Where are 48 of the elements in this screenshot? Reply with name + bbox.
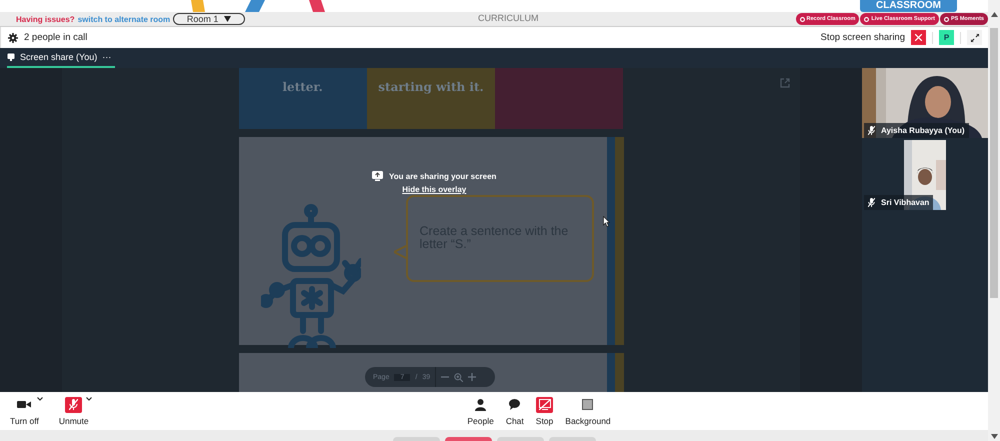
- caret-icon[interactable]: [36, 396, 43, 400]
- circle-icon: [864, 16, 870, 22]
- sharing-message: You are sharing your screen: [389, 172, 496, 180]
- participant-name-tag: Sri Vibhavan: [864, 195, 934, 210]
- background-icon: [582, 399, 594, 410]
- screen-share-icon: [372, 171, 383, 181]
- monitor-icon: [7, 53, 15, 61]
- more-menu[interactable]: ···: [102, 52, 112, 62]
- zoom-icon[interactable]: [454, 372, 464, 382]
- stop-sharing-button[interactable]: [911, 30, 926, 45]
- circle-icon: [944, 16, 949, 22]
- panel-text: letter.: [282, 80, 323, 96]
- room-select[interactable]: Room 1: [173, 13, 246, 25]
- dropdown-caret-icon: [224, 16, 232, 22]
- cursor-icon: [603, 216, 610, 227]
- camera-icon: [17, 400, 32, 409]
- issue-text: Having issues?: [16, 14, 75, 24]
- settings-icon[interactable]: [8, 32, 18, 42]
- toolbar-button[interactable]: People: [465, 396, 496, 426]
- participant-name-tag: Ayisha Rubayya (You): [864, 123, 969, 138]
- speech-tail-drawing: [394, 244, 408, 259]
- zoom-in-icon[interactable]: [468, 373, 476, 381]
- toolbar-button[interactable]: Chat: [504, 396, 526, 426]
- caret-icon[interactable]: [86, 396, 92, 400]
- expand-icon: [970, 34, 978, 42]
- tab[interactable]: [445, 437, 492, 441]
- page-title: CURRICULUM: [478, 13, 538, 23]
- mic-off-icon: [69, 399, 78, 410]
- chat-icon: [509, 399, 520, 410]
- scroll-up-icon[interactable]: [990, 12, 998, 17]
- stop-sharing-icon: [538, 399, 551, 410]
- classroom-tab[interactable]: CLASSROOM: [860, 0, 957, 12]
- expand-button[interactable]: [967, 30, 982, 45]
- people-count: 2 people in call: [24, 32, 88, 43]
- toolbar-button[interactable]: Background: [563, 396, 613, 426]
- open-external-icon[interactable]: [780, 78, 790, 88]
- user-avatar[interactable]: P: [939, 30, 954, 45]
- toolbar-button[interactable]: Stop: [534, 396, 556, 426]
- toolbar-button[interactable]: Unmute: [56, 396, 91, 426]
- stop-sharing-label: Stop screen sharing: [820, 32, 905, 43]
- person-icon: [475, 398, 486, 410]
- close-icon: [915, 34, 922, 41]
- hide-overlay-link[interactable]: Hide this overlay: [402, 185, 466, 194]
- toolbar-button[interactable]: Turn off: [8, 396, 41, 426]
- panel-text: starting with it.: [378, 80, 484, 96]
- circle-icon: [800, 16, 804, 22]
- scroll-down-icon[interactable]: [990, 434, 998, 439]
- scrollbar-thumb[interactable]: [990, 28, 998, 298]
